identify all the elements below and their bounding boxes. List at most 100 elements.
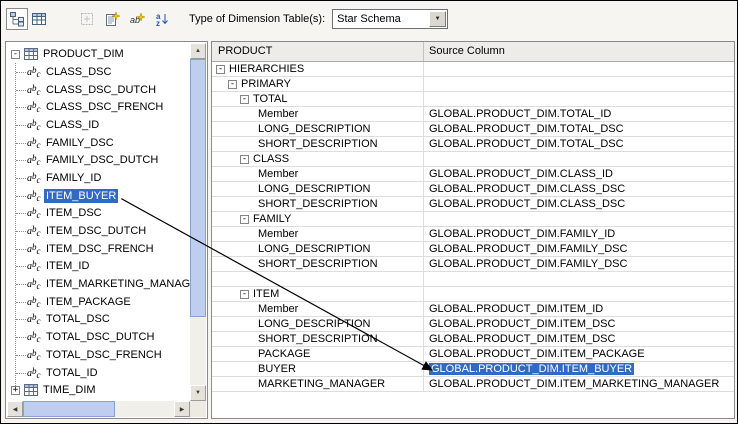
dimension-type-select[interactable]: Star Schema ▼ bbox=[332, 9, 449, 29]
scroll-right-icon[interactable]: ▶ bbox=[174, 401, 190, 417]
table-row-package[interactable]: PACKAGE GLOBAL.PRODUCT_DIM.ITEM_PACKAGE bbox=[212, 347, 734, 362]
tree-item-label: FAMILY_DSC_DUTCH bbox=[46, 154, 159, 167]
tree-item-item_id[interactable]: abc ITEM_ID bbox=[11, 258, 190, 276]
product-cell-text: LONG_DESCRIPTION bbox=[258, 123, 371, 135]
attribute-abc-icon: abc bbox=[27, 153, 41, 168]
expand-all-icon[interactable] bbox=[76, 8, 98, 30]
dimension-type-label: Type of Dimension Table(s): bbox=[189, 13, 326, 25]
tree-item-item_dsc_french[interactable]: abc ITEM_DSC_FRENCH bbox=[11, 240, 190, 258]
tree-view-icon[interactable] bbox=[6, 8, 28, 30]
attribute-abc-icon: abc bbox=[27, 117, 41, 132]
dimension-table-icon bbox=[24, 384, 38, 397]
table-row-blank[interactable] bbox=[212, 272, 734, 287]
table-row-short_description[interactable]: SHORT_DESCRIPTION GLOBAL.PRODUCT_DIM.TOTA… bbox=[212, 137, 734, 152]
source-cell-text: GLOBAL.PRODUCT_DIM.CLASS_DSC bbox=[429, 198, 626, 210]
collapse-toggle-icon[interactable]: - bbox=[240, 154, 249, 164]
table-row-long_description[interactable]: LONG_DESCRIPTION GLOBAL.PRODUCT_DIM.TOTAL… bbox=[212, 122, 734, 137]
product-cell-text: Member bbox=[258, 108, 299, 120]
expand-toggle-icon[interactable]: + bbox=[11, 385, 20, 395]
collapse-toggle-icon[interactable]: - bbox=[240, 289, 249, 299]
tree-item-label: ITEM_DSC_DUTCH bbox=[46, 225, 147, 238]
tree-node-product-dim[interactable]: - PRODUCT_DIM bbox=[11, 45, 190, 63]
tree-item-item_dsc_dutch[interactable]: abc ITEM_DSC_DUTCH bbox=[11, 222, 190, 240]
table-row-total[interactable]: - TOTAL bbox=[212, 92, 734, 107]
scroll-down-icon[interactable]: ▼ bbox=[190, 385, 206, 401]
scroll-up-icon[interactable]: ▲ bbox=[190, 43, 206, 59]
attribute-abc-icon: abc bbox=[27, 170, 41, 185]
product-cell-text: SHORT_DESCRIPTION bbox=[258, 333, 378, 345]
tree-item-total_dsc_dutch[interactable]: abc TOTAL_DSC_DUTCH bbox=[11, 328, 190, 346]
tree-item-label: ITEM_PACKAGE bbox=[46, 295, 131, 308]
tree-items: abc CLASS_DSC abc CLASS_DSC_DUTCH abc CLASS_D… bbox=[11, 63, 190, 381]
horizontal-scroll-thumb[interactable] bbox=[23, 401, 115, 417]
mapping-table-panel: PRODUCT Source Column - HIERARCHIES - PRIMA… bbox=[211, 41, 735, 419]
tree-node-time-dim[interactable]: + TIME_DIM bbox=[11, 381, 190, 399]
source-cell-text: GLOBAL.PRODUCT_DIM.TOTAL_ID bbox=[429, 108, 612, 120]
svg-text:z: z bbox=[156, 19, 160, 27]
source-cell-text: GLOBAL.PRODUCT_DIM.ITEM_PACKAGE bbox=[429, 348, 645, 360]
tree-item-class_dsc_french[interactable]: abc CLASS_DSC_FRENCH bbox=[11, 98, 190, 116]
attribute-abc-icon: abc bbox=[27, 347, 41, 362]
table-row-short_description[interactable]: SHORT_DESCRIPTION GLOBAL.PRODUCT_DIM.FAMI… bbox=[212, 257, 734, 272]
collapse-toggle-icon[interactable]: - bbox=[240, 94, 249, 104]
tree-item-item_dsc[interactable]: abc ITEM_DSC bbox=[11, 205, 190, 223]
tree-item-class_id[interactable]: abc CLASS_ID bbox=[11, 116, 190, 134]
collapse-toggle-icon[interactable]: - bbox=[228, 79, 237, 89]
attribute-abc-icon: abc bbox=[27, 224, 41, 239]
vertical-scroll-thumb[interactable] bbox=[190, 59, 206, 317]
tree-item-label: ITEM_BUYER bbox=[44, 188, 119, 203]
product-cell-text: Member bbox=[258, 228, 299, 240]
table-row-long_description[interactable]: LONG_DESCRIPTION GLOBAL.PRODUCT_DIM.FAMIL… bbox=[212, 242, 734, 257]
product-cell-text: LONG_DESCRIPTION bbox=[258, 318, 371, 330]
table-row-marketing_manager[interactable]: MARKETING_MANAGER GLOBAL.PRODUCT_DIM.ITEM… bbox=[212, 377, 734, 392]
table-row-buyer[interactable]: BUYER GLOBAL.PRODUCT_DIM.ITEM_BUYER bbox=[212, 362, 734, 377]
source-cell-text: GLOBAL.PRODUCT_DIM.FAMILY_ID bbox=[429, 228, 616, 240]
table-row-short_description[interactable]: SHORT_DESCRIPTION GLOBAL.PRODUCT_DIM.CLAS… bbox=[212, 197, 734, 212]
attribute-abc-icon: abc bbox=[27, 277, 41, 292]
new-level-icon[interactable] bbox=[101, 8, 123, 30]
tree-item-total_dsc_french[interactable]: abc TOTAL_DSC_FRENCH bbox=[11, 346, 190, 364]
tree-item-total_id[interactable]: abc TOTAL_ID bbox=[11, 364, 190, 382]
table-row-hierarchies[interactable]: - HIERARCHIES bbox=[212, 62, 734, 77]
attribute-tree-panel: - PRODUCT_DIM abc CLASS_DSC abc CLASS_DSC_D… bbox=[5, 41, 208, 419]
attribute-abc-icon: abc bbox=[27, 294, 41, 309]
table-row-member[interactable]: Member GLOBAL.PRODUCT_DIM.CLASS_ID bbox=[212, 167, 734, 182]
new-attribute-icon[interactable]: ab bbox=[126, 8, 148, 30]
product-cell-text: MARKETING_MANAGER bbox=[258, 378, 386, 390]
tree-item-label: FAMILY_DSC bbox=[46, 136, 114, 149]
dimension-table-icon bbox=[24, 48, 38, 60]
tree-item-class_dsc_dutch[interactable]: abc CLASS_DSC_DUTCH bbox=[11, 81, 190, 99]
combo-dropdown-arrow-icon[interactable]: ▼ bbox=[429, 11, 447, 27]
grid-view-icon[interactable] bbox=[28, 8, 50, 30]
sort-icon[interactable]: a z bbox=[151, 8, 173, 30]
tree-item-item_package[interactable]: abc ITEM_PACKAGE bbox=[11, 293, 190, 311]
dimension-editor-window: ab a z Type of Dimension Table(s): Star … bbox=[0, 0, 738, 424]
horizontal-scrollbar[interactable]: ◀ ▶ bbox=[7, 401, 190, 417]
table-row-class[interactable]: - CLASS bbox=[212, 152, 734, 167]
table-row-long_description[interactable]: LONG_DESCRIPTION GLOBAL.PRODUCT_DIM.ITEM_… bbox=[212, 317, 734, 332]
source-cell-text: GLOBAL.PRODUCT_DIM.TOTAL_DSC bbox=[429, 123, 624, 135]
table-row-member[interactable]: Member GLOBAL.PRODUCT_DIM.TOTAL_ID bbox=[212, 107, 734, 122]
tree-item-class_dsc[interactable]: abc CLASS_DSC bbox=[11, 63, 190, 81]
product-cell-text: PACKAGE bbox=[258, 348, 311, 360]
tree-item-family_id[interactable]: abc FAMILY_ID bbox=[11, 169, 190, 187]
table-row-primary[interactable]: - PRIMARY bbox=[212, 77, 734, 92]
table-row-long_description[interactable]: LONG_DESCRIPTION GLOBAL.PRODUCT_DIM.CLASS… bbox=[212, 182, 734, 197]
tree-item-item_buyer[interactable]: abc ITEM_BUYER bbox=[11, 187, 190, 205]
table-row-member[interactable]: Member GLOBAL.PRODUCT_DIM.FAMILY_ID bbox=[212, 227, 734, 242]
tree-item-item_marketing_manager[interactable]: abc ITEM_MARKETING_MANAGER bbox=[11, 275, 190, 293]
table-row-member[interactable]: Member GLOBAL.PRODUCT_DIM.ITEM_ID bbox=[212, 302, 734, 317]
table-row-item[interactable]: - ITEM bbox=[212, 287, 734, 302]
product-cell-text: PRIMARY bbox=[241, 78, 291, 90]
product-cell-text: FAMILY bbox=[253, 213, 292, 225]
tree-item-total_dsc[interactable]: abc TOTAL_DSC bbox=[11, 311, 190, 329]
tree-item-family_dsc_dutch[interactable]: abc FAMILY_DSC_DUTCH bbox=[11, 151, 190, 169]
collapse-toggle-icon[interactable]: - bbox=[216, 64, 225, 74]
table-row-family[interactable]: - FAMILY bbox=[212, 212, 734, 227]
collapse-toggle-icon[interactable]: - bbox=[240, 214, 249, 224]
table-row-short_description[interactable]: SHORT_DESCRIPTION GLOBAL.PRODUCT_DIM.ITEM… bbox=[212, 332, 734, 347]
collapse-toggle-icon[interactable]: - bbox=[11, 49, 20, 59]
scroll-left-icon[interactable]: ◀ bbox=[7, 401, 23, 417]
vertical-scrollbar[interactable]: ▲ ▼ bbox=[190, 43, 206, 401]
tree-item-family_dsc[interactable]: abc FAMILY_DSC bbox=[11, 134, 190, 152]
